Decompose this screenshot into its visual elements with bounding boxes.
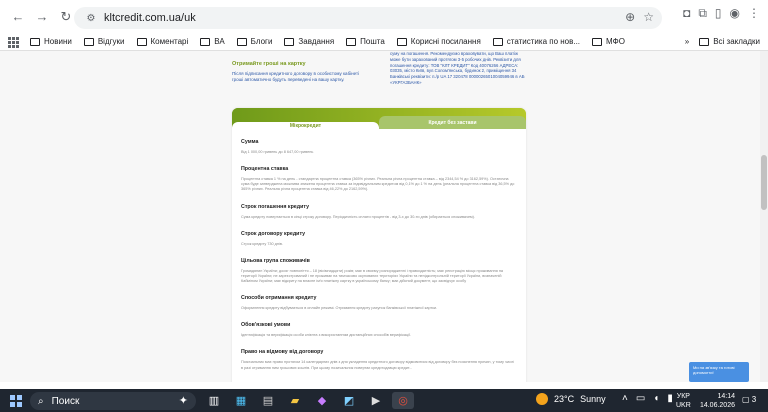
bookmark-star-icon[interactable]: ☆ — [643, 10, 654, 24]
section-title: Обов'язкові умови — [241, 322, 291, 329]
terminal-icon[interactable]: ▶ — [365, 392, 387, 409]
bookmark-reviews[interactable]: Відгуки — [83, 37, 125, 46]
search-icon: ⌕ — [38, 395, 44, 407]
folder-icon — [236, 37, 247, 46]
section-receiving-methods: Способи отримання кредиту Оформлення кре… — [232, 295, 526, 311]
back-arrow-icon[interactable]: ← — [6, 5, 30, 29]
taskbar-search[interactable]: ⌕ Поиск ✦ — [30, 392, 196, 410]
section-title: Сумма — [241, 139, 259, 145]
section-text: Від 1 000,00 гривень до 8 647,00 гривень — [241, 150, 314, 154]
url-text: kltcredit.com.ua/uk — [104, 12, 196, 24]
battery-icon[interactable]: ▮ — [667, 393, 673, 404]
section-text: Строк кредиту 730 днів. — [241, 241, 283, 246]
volume-icon[interactable]: ◖ — [653, 393, 659, 404]
section-repayment-term: Строк погашення кредиту Сума кредиту пов… — [232, 204, 526, 220]
bookmark-va[interactable]: ВА — [200, 37, 225, 46]
address-bar[interactable]: ⚙ kltcredit.com.ua/uk ⊕ ☆ — [74, 7, 662, 29]
section-title: Цільова група споживачів — [241, 257, 310, 264]
folder-icon — [592, 37, 603, 46]
section-title: Процентна ставка — [241, 166, 289, 173]
zoom-icon[interactable]: ⊕ — [625, 10, 635, 24]
weather-widget[interactable]: 23°C Sunny — [536, 393, 606, 405]
section-title: Право на відмову від договору — [241, 349, 324, 356]
all-bookmarks[interactable]: Всі закладки — [699, 37, 760, 46]
clock[interactable]: 14:14 14.06.2026 — [695, 392, 735, 410]
windows-start-icon[interactable] — [10, 394, 22, 407]
system-tray: ˄ ▭ ◖ ▮ — [622, 393, 673, 404]
credit-tabs: Мікрокредит Кредит без застави — [232, 108, 526, 129]
screen: ← → ↻ ⚙ kltcredit.com.ua/uk ⊕ ☆ ◘ ⧉ ▯ ◉ … — [0, 0, 768, 412]
folder-icon — [346, 37, 357, 46]
bookmark-comments[interactable]: Коментарі — [136, 37, 188, 46]
section-right-of-withdrawal: Право на відмову від договору Позичальни… — [232, 349, 526, 370]
bookmark-useful-links[interactable]: Корисні посилання — [396, 37, 481, 46]
chrome-icon[interactable]: ◎ — [392, 392, 414, 409]
section-amount: Сумма Від 1 000,00 гривень до 8 647,00 г… — [232, 139, 526, 155]
screenshot-icon[interactable]: ◘ — [683, 6, 690, 21]
chat-widget[interactable]: Ми на зв'язку та готові допомогти! — [689, 362, 749, 382]
bookmark-news[interactable]: Новини — [30, 37, 72, 46]
folder-icon — [200, 37, 211, 46]
extensions-icon[interactable]: ⧉ — [698, 6, 707, 21]
sidebar-icon[interactable]: ▯ — [715, 6, 722, 21]
section-text: Процентна ставка 1 % на день - стандартн… — [241, 177, 515, 192]
windows-taskbar: ⌕ Поиск ✦ ▥ ▦ ▤ ▰ ◆ ◩ ▶ ◎ 23°C Sunny ˄ ▭… — [0, 389, 768, 412]
folder-icon — [699, 37, 710, 46]
file-explorer-icon[interactable]: ▰ — [284, 392, 306, 409]
section-interest-rate: Процентна ставка Процентна ставка 1 % на… — [232, 166, 526, 192]
bookmarks-bar: Новини Відгуки Коментарі ВА Блоги Завдан… — [0, 33, 768, 51]
folder-icon — [284, 37, 295, 46]
menu-icon[interactable]: ⋮ — [748, 6, 760, 21]
folder-icon — [492, 37, 503, 46]
copilot-app-icon[interactable]: ◆ — [311, 392, 333, 409]
bookmark-blogs[interactable]: Блоги — [236, 37, 272, 46]
section-text: Ідентифікація та верифікація особи клієн… — [241, 333, 412, 338]
section-target-group: Цільова група споживачів Громадянин Укра… — [232, 258, 526, 284]
intro-left-text: Після підписання кредитного договору в о… — [232, 71, 360, 82]
store-icon[interactable]: ▦ — [230, 392, 252, 409]
folder-icon — [396, 37, 407, 46]
bookmarks-overflow-button[interactable]: » — [685, 37, 689, 46]
copilot-icon[interactable]: ✦ — [179, 394, 188, 407]
task-view-icon[interactable]: ▥ — [203, 392, 225, 409]
web-page: Отримайте гроші на картку Після підписан… — [0, 51, 760, 382]
bookmark-tasks[interactable]: Завдання — [284, 37, 334, 46]
browser-toolbar: ← → ↻ ⚙ kltcredit.com.ua/uk ⊕ ☆ ◘ ⧉ ▯ ◉ … — [0, 0, 768, 33]
section-text: Сума кредиту повертається в кінці строку… — [241, 214, 475, 219]
folder-icon — [136, 37, 147, 46]
notification-icon: ▢ — [742, 395, 750, 404]
notes-icon[interactable]: ◩ — [338, 392, 360, 409]
folder-icon — [30, 37, 40, 46]
section-text: Позичальник має право протягом 14 календ… — [241, 360, 515, 370]
apps-grid-icon[interactable] — [8, 36, 19, 48]
scrollbar-thumb[interactable] — [761, 155, 767, 210]
network-icon[interactable]: ▭ — [636, 393, 645, 404]
section-text: Громадянин України; досяг повноліття – 1… — [241, 268, 504, 283]
tab-microcredit[interactable]: Мікрокредит — [232, 122, 379, 129]
page-scrollbar[interactable] — [760, 51, 768, 382]
language-indicator[interactable]: УКР UKR — [676, 392, 691, 410]
credit-info-card: Мікрокредит Кредит без застави Сумма Від… — [232, 108, 526, 382]
section-text: Оформлення кредиту відбувається в онлайн… — [241, 306, 438, 311]
notification-badge[interactable]: ▢ 3 — [742, 395, 756, 404]
intro-green-title: Отримайте гроші на картку — [232, 61, 306, 67]
section-title: Строк договору кредиту — [241, 230, 306, 237]
bookmark-statistics[interactable]: статистика по нов... — [492, 37, 580, 46]
taskbar-apps: ▥ ▦ ▤ ▰ ◆ ◩ ▶ ◎ — [203, 392, 414, 409]
calculator-icon[interactable]: ▤ — [257, 392, 279, 409]
tab-credit-without-collateral[interactable]: Кредит без застави — [379, 116, 526, 129]
sun-icon — [536, 393, 548, 405]
section-contract-term: Строк договору кредиту Строк кредиту 730… — [232, 231, 526, 247]
bookmark-mail[interactable]: Пошта — [346, 37, 385, 46]
bookmark-mfo[interactable]: МФО — [592, 37, 625, 46]
intro-right-text: суму на погашення. Рекомендуємо враховув… — [390, 51, 525, 85]
forward-arrow-icon[interactable]: → — [30, 5, 54, 29]
chevron-up-icon[interactable]: ˄ — [622, 393, 628, 404]
site-info-icon[interactable]: ⚙ — [84, 11, 98, 25]
profile-icon[interactable]: ◉ — [730, 6, 740, 21]
section-mandatory-conditions: Обов'язкові умови Ідентифікація та вериф… — [232, 322, 526, 338]
section-title: Строк погашення кредиту — [241, 203, 310, 210]
folder-icon — [83, 37, 94, 46]
section-title: Способи отримання кредиту — [241, 295, 317, 302]
